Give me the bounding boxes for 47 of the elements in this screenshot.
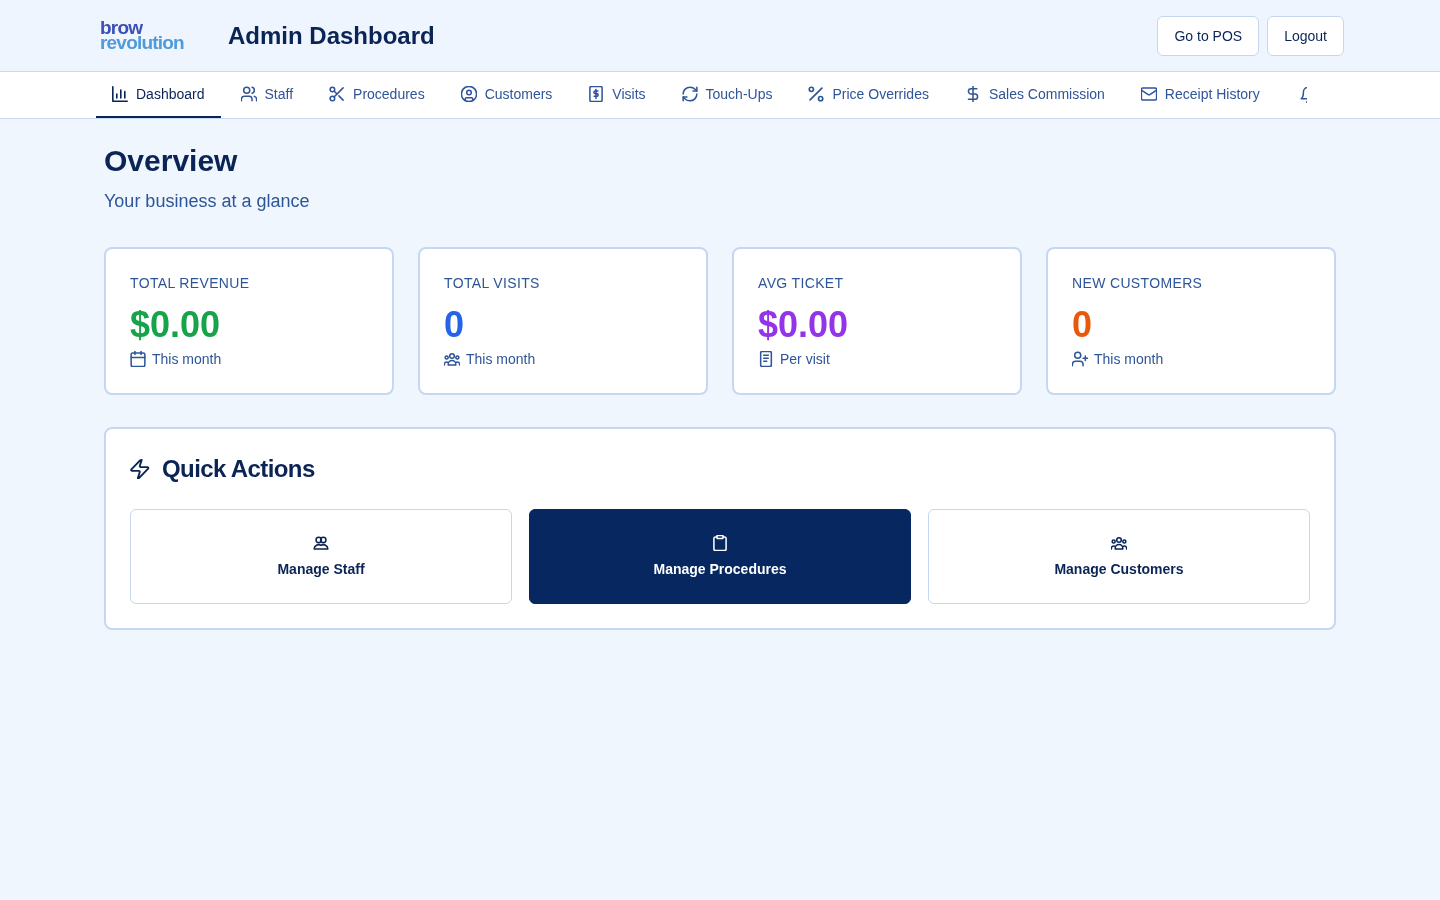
nav-tab[interactable]: Sales Commission (948, 72, 1121, 118)
stat-label: TOTAL REVENUE (130, 274, 251, 293)
refresh-icon (681, 86, 698, 102)
stat-label: NEW CUSTOMERS (1072, 274, 1204, 293)
panel-title: Quick Actions (162, 454, 315, 484)
stat-value: 0 (1072, 305, 1094, 345)
calendar-icon (130, 351, 146, 367)
page-title: Admin Dashboard (228, 20, 435, 51)
stat-note: This month (1094, 350, 1164, 369)
logo: brow revolution (100, 20, 185, 51)
receipt-dollar-icon (588, 86, 605, 102)
stat-note: This month (466, 350, 536, 369)
document-icon (758, 351, 774, 367)
quick-action-button[interactable]: Manage Procedures (529, 509, 911, 604)
nav-tab[interactable]: Staff (224, 72, 310, 118)
stat-value: 0 (444, 305, 466, 345)
users-icon (240, 86, 257, 102)
section-title: Overview (104, 143, 239, 179)
nav-tab[interactable]: Procedures (313, 72, 441, 118)
stat-note: Per visit (780, 350, 830, 369)
stat-value: $0.00 (758, 305, 850, 345)
stat-value: $0.00 (130, 305, 222, 345)
people-group-icon (1111, 534, 1127, 551)
clipboard-icon (712, 534, 728, 551)
bell-icon[interactable] (1299, 87, 1307, 103)
two-people-icon (313, 534, 329, 551)
nav-tab[interactable]: Visits (572, 72, 662, 118)
quick-action-button[interactable]: Manage Staff (130, 509, 512, 604)
stat-label: AVG TICKET (758, 274, 845, 293)
mail-icon (1140, 86, 1157, 102)
stat-label: TOTAL VISITS (444, 274, 541, 293)
nav-tab[interactable]: Dashboard (96, 72, 221, 118)
nav-tab[interactable]: Receipt History (1124, 72, 1276, 118)
stat-note: This month (152, 350, 222, 369)
bar-chart-icon (112, 86, 128, 102)
user-plus-icon (1072, 351, 1088, 367)
nav-tab[interactable]: Price Overrides (792, 72, 945, 118)
percent-icon (808, 86, 825, 102)
lightning-icon (130, 459, 150, 479)
quick-action-button[interactable]: Manage Customers (928, 509, 1310, 604)
header-button[interactable]: Logout (1267, 15, 1344, 56)
scissors-icon (329, 86, 346, 102)
section-subtitle: Your business at a glance (104, 190, 311, 213)
people-group-icon (444, 351, 460, 367)
nav-tab[interactable]: Touch-Ups (665, 72, 789, 118)
header-button[interactable]: Go to POS (1157, 15, 1260, 56)
nav-tab[interactable]: Customers (444, 72, 569, 118)
